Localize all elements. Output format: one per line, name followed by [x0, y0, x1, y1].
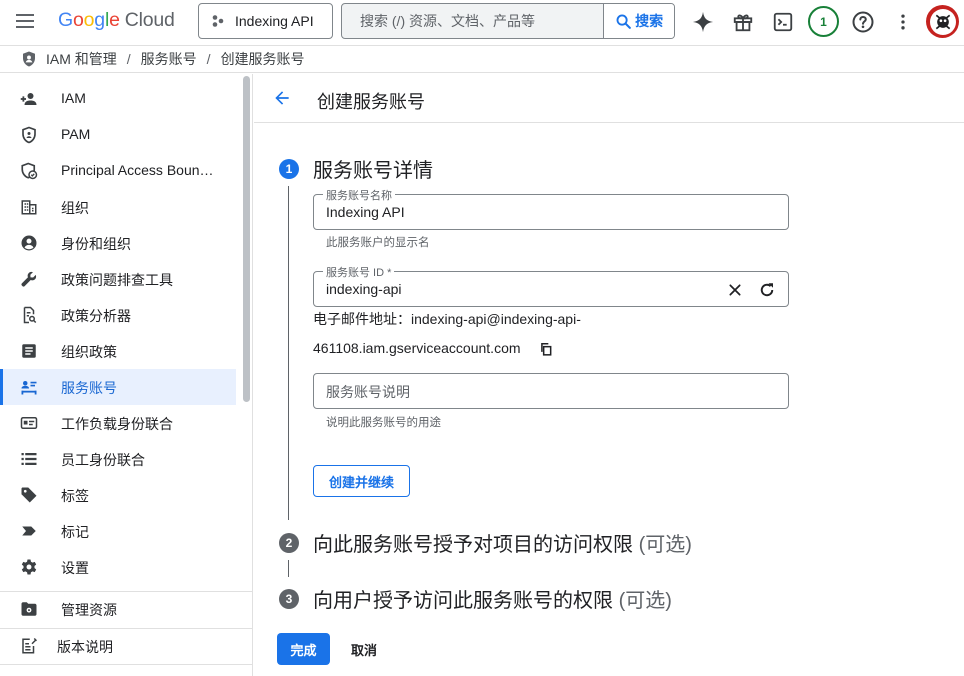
copy-icon[interactable] — [537, 340, 555, 358]
document-search-icon — [20, 306, 38, 324]
step-1-indicator: 1 — [279, 159, 299, 179]
sidebar-item-pam[interactable]: PAM — [0, 117, 236, 153]
gear-icon — [20, 558, 38, 576]
service-account-name-field: 服务账号名称 — [313, 187, 789, 230]
more-vert-icon[interactable] — [887, 6, 919, 38]
service-account-description-hint: 说明此服务账号的用途 — [326, 417, 441, 429]
sidebar-item-workforce-identity-federation[interactable]: 员工身份联合 — [0, 441, 236, 477]
building-icon — [20, 198, 38, 216]
project-nodes-icon — [212, 15, 224, 27]
top-header: GoogleCloud Indexing API 搜索 1 — [0, 0, 964, 44]
service-account-name-label: 服务账号名称 — [323, 187, 395, 203]
service-account-id-input[interactable] — [326, 279, 706, 299]
iam-shield-icon — [23, 51, 35, 67]
step-3-optional: (可选) — [618, 590, 672, 612]
breadcrumb-separator: / — [206, 51, 211, 67]
tag-icon — [20, 486, 38, 504]
sidebar-item-principal-access-boundary[interactable]: Principal Access Boundary Policies — [0, 153, 236, 189]
label-icon — [20, 522, 38, 540]
create-and-continue-button[interactable]: 创建并继续 — [313, 465, 410, 497]
breadcrumb-service-accounts[interactable]: 服务账号 — [141, 49, 197, 69]
step-connector-line — [288, 560, 289, 577]
folder-gear-icon — [20, 600, 38, 618]
sidebar-item-organization[interactable]: 组织 — [0, 189, 236, 225]
list-document-icon — [20, 342, 38, 360]
cancel-button[interactable]: 取消 — [339, 633, 389, 665]
sidebar: IAM PAM Principal Access Boundary Polici… — [0, 74, 253, 676]
email-address-line-2: 461108.iam.gserviceaccount.com — [313, 340, 521, 356]
project-picker[interactable]: Indexing API — [198, 3, 333, 39]
search-input[interactable] — [342, 4, 604, 38]
sidebar-item-policy-troubleshooter[interactable]: 政策问题排查工具 — [0, 261, 236, 297]
email-address-line-1: 电子邮件地址：indexing-api@indexing-api- — [313, 311, 581, 327]
sidebar-item-identity-and-organization[interactable]: 身份和组织 — [0, 225, 236, 261]
person-add-icon — [20, 90, 38, 108]
sidebar-manage-resources[interactable]: 管理资源 — [0, 591, 252, 627]
account-circle-icon — [20, 234, 38, 252]
sidebar-scrollbar-thumb[interactable] — [243, 76, 250, 402]
sidebar-item-tags[interactable]: 标签 — [0, 477, 236, 513]
sidebar-divider — [0, 664, 252, 665]
project-name: Indexing API — [235, 13, 314, 29]
search-box: 搜索 — [341, 3, 675, 39]
title-divider — [254, 122, 964, 123]
cloud-shell-terminal-icon[interactable] — [767, 6, 799, 38]
service-account-icon — [20, 378, 38, 396]
service-account-description-field — [313, 373, 789, 409]
release-notes-icon — [20, 637, 38, 655]
step-3-title[interactable]: 向用户授予访问此服务账号的权限 (可选) — [313, 584, 672, 613]
step-2-optional: (可选) — [638, 534, 692, 556]
service-account-id-label: 服务账号 ID * — [323, 264, 395, 280]
step-2-title[interactable]: 向此服务账号授予对项目的访问权限 (可选) — [313, 528, 692, 557]
sidebar-release-notes[interactable]: 版本说明 — [0, 628, 252, 664]
sidebar-item-org-policies[interactable]: 组织政策 — [0, 333, 236, 369]
policy-shield-icon — [20, 162, 38, 180]
step-1-title: 服务账号详情 — [313, 160, 433, 182]
breadcrumb-create-service-account: 创建服务账号 — [220, 51, 305, 67]
back-button[interactable] — [270, 86, 294, 110]
help-icon[interactable] — [847, 6, 879, 38]
service-account-name-hint: 此服务账户的显示名 — [326, 237, 430, 249]
service-account-description-input[interactable] — [326, 382, 706, 402]
service-account-name-input[interactable] — [326, 202, 706, 222]
step-3-indicator: 3 — [279, 589, 299, 609]
breadcrumb-iam[interactable]: IAM 和管理 — [46, 49, 117, 69]
page-title: 创建服务账号 — [317, 92, 425, 112]
done-button[interactable]: 完成 — [277, 633, 330, 665]
search-icon — [616, 14, 631, 29]
refresh-icon[interactable] — [756, 279, 778, 301]
step-2-indicator: 2 — [279, 533, 299, 553]
sidebar-item-settings[interactable]: 设置 — [0, 549, 236, 585]
breadcrumb-separator: / — [126, 51, 131, 67]
search-button[interactable]: 搜索 — [603, 4, 674, 38]
service-account-id-field: 服务账号 ID * — [313, 264, 789, 307]
id-card-icon — [20, 414, 38, 432]
wrench-icon — [20, 270, 38, 288]
gemini-sparkle-icon[interactable] — [687, 6, 719, 38]
shield-icon — [20, 126, 38, 144]
google-cloud-logo[interactable]: Google Cloud — [58, 9, 175, 32]
arrow-back-icon — [275, 91, 289, 105]
notifications-badge[interactable]: 1 — [808, 6, 839, 37]
main-content: 创建服务账号 1 服务账号详情 服务账号名称 此服务账户的显示名 服务账号 ID… — [254, 74, 964, 676]
sidebar-item-service-accounts[interactable]: 服务账号 — [0, 369, 236, 405]
sidebar-item-labels[interactable]: 标记 — [0, 513, 236, 549]
sidebar-item-iam[interactable]: IAM — [0, 81, 236, 117]
account-avatar[interactable] — [926, 5, 959, 38]
avatar-image — [929, 8, 956, 35]
main-menu-button[interactable] — [12, 10, 38, 32]
breadcrumb: IAM 和管理 / 服务账号 / 创建服务账号 — [0, 45, 964, 73]
list-icon — [20, 450, 38, 468]
sidebar-item-workload-identity-federation[interactable]: 工作负载身份联合 — [0, 405, 236, 441]
sidebar-item-policy-analyzer[interactable]: 政策分析器 — [0, 297, 236, 333]
clear-icon[interactable] — [724, 279, 746, 301]
step-connector-line — [288, 186, 289, 520]
gift-icon[interactable] — [727, 6, 759, 38]
